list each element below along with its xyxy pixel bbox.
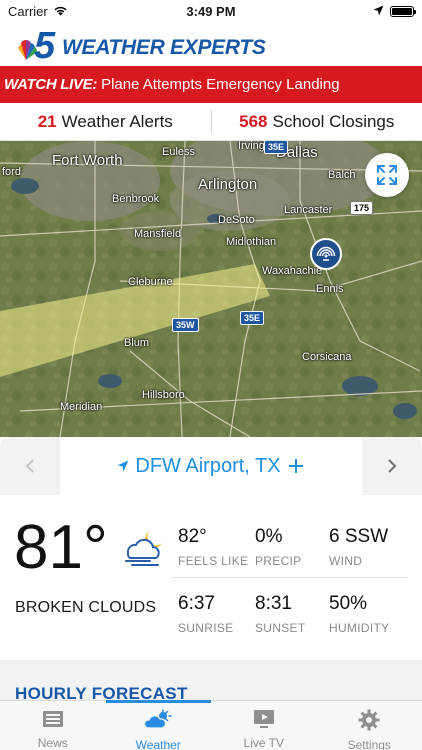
- radar-location-pin[interactable]: [310, 238, 342, 270]
- map-label-meridian: Meridian: [60, 401, 103, 413]
- map-label-desoto: DeSoto: [218, 214, 255, 226]
- brand-header: 5 WEATHER EXPERTS: [0, 22, 422, 66]
- expand-icon: [377, 165, 397, 185]
- tab-weather[interactable]: Weather: [105, 700, 212, 750]
- tab-live-tv[interactable]: Live TV: [211, 701, 317, 750]
- wind-label: WIND: [329, 554, 363, 568]
- watch-live-tag: WATCH LIVE:: [4, 76, 98, 93]
- next-location-button[interactable]: [362, 437, 422, 495]
- map-label-corsicana: Corsicana: [302, 351, 352, 363]
- map-label-hillsboro: Hillsboro: [142, 389, 185, 401]
- news-icon: [42, 709, 64, 729]
- current-conditions: 81° BROKEN CLOUDS 82° FEELS LIKE 0% PREC…: [0, 495, 422, 660]
- map-label-ford: ford: [2, 166, 21, 178]
- tab-settings-label: Settings: [347, 738, 391, 750]
- chevron-left-icon: [25, 459, 34, 473]
- map-label-irving: Irving: [238, 141, 265, 152]
- interstate-35e-shield: 35E: [240, 311, 265, 325]
- school-closings-count: 568: [239, 111, 268, 131]
- tab-live-tv-label: Live TV: [243, 736, 284, 750]
- tab-news[interactable]: News: [0, 701, 106, 750]
- school-closings-button[interactable]: 568 School Closings: [212, 112, 422, 132]
- humidity-label: HUMIDITY: [329, 621, 390, 635]
- station-logo: 5 WEATHER EXPERTS: [14, 24, 266, 64]
- location-arrow-icon: [117, 460, 129, 472]
- map-label-arlington: Arlington: [198, 176, 258, 193]
- current-temperature: 81°: [14, 513, 108, 582]
- stats-divider: [172, 577, 408, 578]
- clock: 3:49 PM: [186, 3, 236, 19]
- live-tv-icon: [253, 709, 275, 729]
- expand-map-button[interactable]: [365, 153, 409, 197]
- map-label-mansfield: Mansfield: [134, 228, 182, 240]
- tab-news-label: News: [37, 736, 68, 750]
- radar-icon: [316, 246, 336, 261]
- alerts-bar: 21 Weather Alerts 568 School Closings: [0, 103, 422, 141]
- tab-weather-label: Weather: [135, 738, 181, 750]
- map-label-waxahachie: Waxahachie: [262, 265, 323, 277]
- tab-settings[interactable]: Settings: [317, 701, 422, 750]
- map-label-benbrook: Benbrook: [112, 193, 160, 205]
- brand-title: WEATHER EXPERTS: [62, 36, 266, 59]
- current-location-button[interactable]: DFW Airport, TX: [60, 437, 362, 495]
- map-label-cleburne: Cleburne: [128, 276, 173, 288]
- weather-map[interactable]: ford Fort Worth Euless Irving Dallas Arl…: [0, 141, 422, 437]
- partly-cloudy-night-icon: [120, 527, 168, 572]
- map-label-midlothian: Midlothian: [226, 236, 277, 248]
- wind-value: 6 SSW: [329, 526, 389, 547]
- map-label-fort-worth: Fort Worth: [52, 152, 123, 169]
- map-label-lancaster: Lancaster: [284, 204, 333, 216]
- hourly-forecast-section: HOURLY FORECAST: [0, 660, 422, 703]
- chevron-right-icon: [388, 459, 397, 473]
- weather-alerts-label: Weather Alerts: [61, 111, 173, 131]
- add-location-icon[interactable]: [287, 457, 305, 475]
- weather-icon: [144, 709, 172, 731]
- location-selector: DFW Airport, TX: [0, 437, 422, 495]
- wind-stat: 6 SSW WIND: [329, 526, 419, 568]
- status-bar: Carrier 3:49 PM: [0, 0, 422, 22]
- gear-icon: [358, 709, 380, 731]
- location-name: DFW Airport, TX: [135, 454, 281, 477]
- humidity-stat: 50% HUMIDITY: [329, 593, 419, 635]
- breaking-news-banner[interactable]: WATCH LIVE: Plane Attempts Emergency Lan…: [0, 66, 422, 103]
- weather-alerts-count: 21: [37, 111, 57, 131]
- peacock-icon: 5: [18, 25, 56, 64]
- school-closings-label: School Closings: [272, 111, 395, 131]
- map-label-balch: Balch: [328, 169, 356, 181]
- breaking-headline: Plane Attempts Emergency Landing: [101, 76, 340, 93]
- condition-text: BROKEN CLOUDS: [15, 599, 157, 616]
- logo-number: 5: [34, 25, 56, 64]
- map-label-euless: Euless: [162, 146, 196, 158]
- weather-alerts-button[interactable]: 21 Weather Alerts: [0, 112, 211, 132]
- battery-icon: [390, 5, 416, 17]
- highway-175-shield: 175: [350, 201, 374, 215]
- interstate-35e-top-shield: 35E: [264, 141, 289, 154]
- interstate-35w-shield: 35W: [172, 318, 199, 332]
- previous-location-button[interactable]: [0, 437, 60, 495]
- humidity-value: 50%: [329, 593, 368, 614]
- map-label-blum: Blum: [124, 337, 150, 349]
- map-label-ennis: Ennis: [316, 283, 344, 295]
- tab-bar: News Weather Live TV Settings: [0, 700, 422, 750]
